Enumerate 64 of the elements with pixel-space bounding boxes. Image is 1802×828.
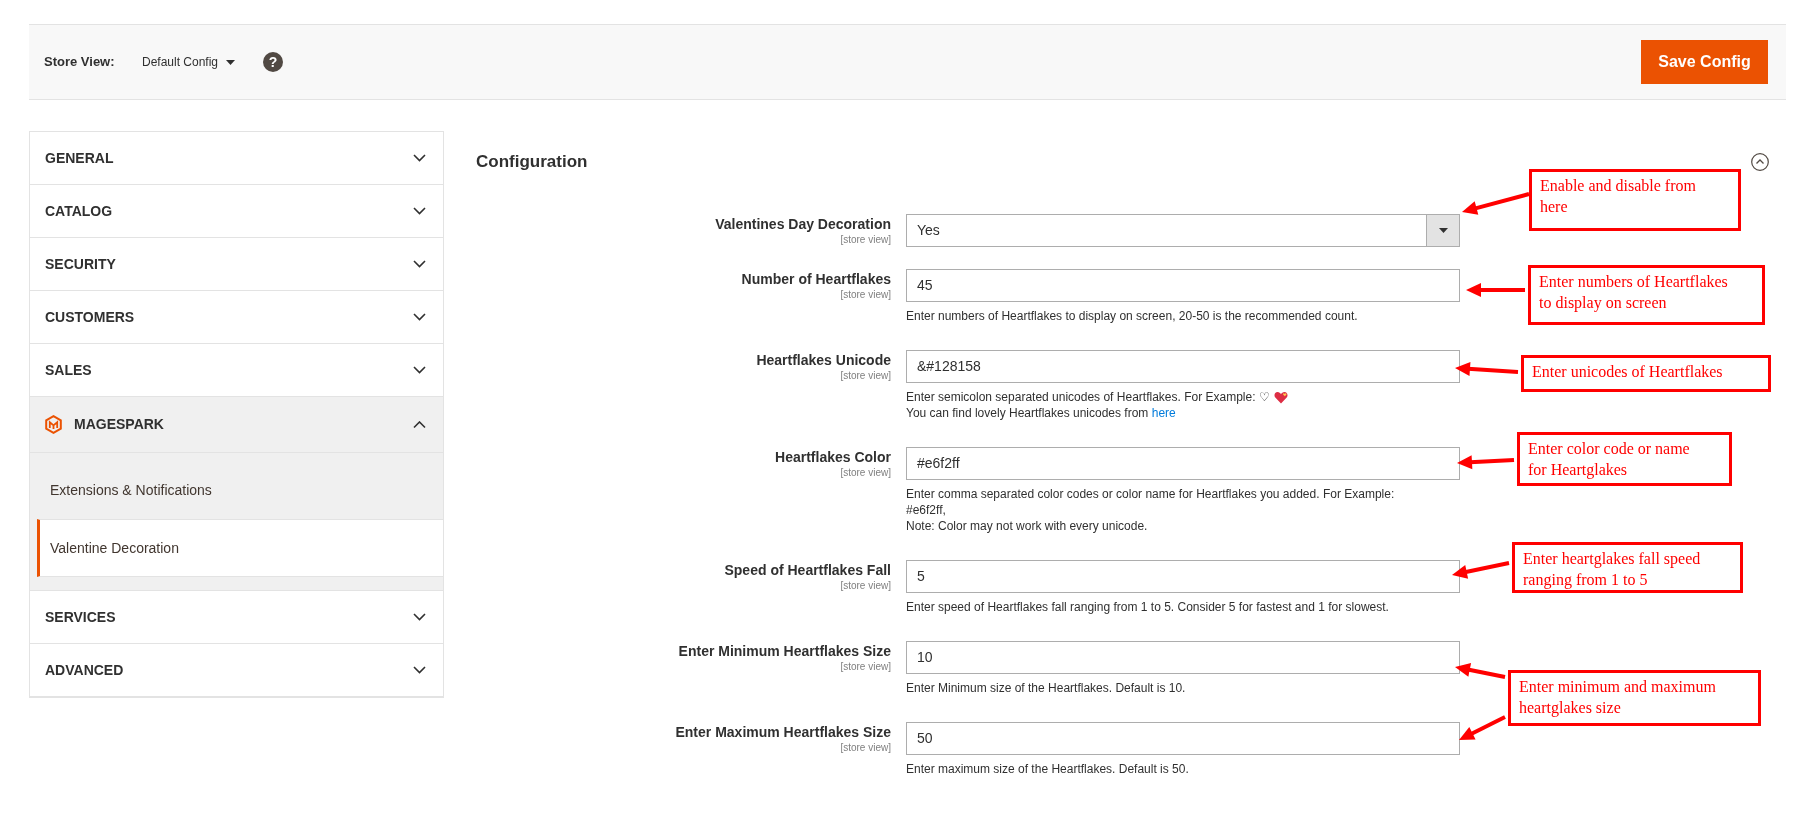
chevron-down-icon — [413, 260, 426, 268]
collapse-icon[interactable] — [1751, 153, 1769, 171]
help-text: Enter semicolon separated unicodes of Heartflakes. For Example: ♡ — [906, 389, 1270, 405]
chevron-down-icon — [413, 154, 426, 162]
arrow — [1455, 663, 1506, 679]
chevron-down-icon — [413, 366, 426, 374]
scope-label: [store view] — [840, 289, 891, 301]
annotation-callout: Enter numbers of Heartflakes to display on screen — [1528, 265, 1765, 325]
caret-icon — [226, 59, 236, 65]
chevron-down-icon — [413, 613, 426, 621]
help-text: Enter numbers of Heartflakes to display on screen, 20-50 is the recommended count. — [906, 308, 1359, 324]
help-text: Enter Minimum size of the Heartflakes. Default is 10. — [906, 680, 1187, 696]
text-field[interactable]: #e6f2ff — [906, 447, 1460, 480]
field-label: Valentines Day Decoration — [715, 215, 891, 234]
scope-label: [store view] — [840, 467, 891, 479]
save-config-button[interactable]: Save Config — [1641, 40, 1768, 84]
select-field[interactable]: Yes — [906, 214, 1460, 247]
sidebar-item[interactable]: Valentine Decoration — [37, 519, 443, 577]
scope-label: [store view] — [840, 661, 891, 673]
field-label: Heartflakes Unicode — [756, 351, 891, 370]
annotation-callout: Enter color code or name for Heartglakes — [1517, 432, 1732, 486]
chevron-down-icon — [413, 666, 426, 674]
arrow — [1459, 715, 1506, 740]
help-text: Enter maximum size of the Heartflakes. Default is 50. — [906, 761, 1190, 777]
text-field[interactable]: 10 — [906, 641, 1460, 674]
arrow — [1452, 561, 1510, 579]
annotation-callout: Enter heartglakes fall speed ranging from 1 to 5 — [1512, 542, 1743, 593]
help-text: Enter comma separated color codes or color name for Heartflakes you added. For Example: #e6f2ff, — [906, 486, 1396, 518]
store-view-dropdown[interactable]: Default Config — [142, 53, 236, 71]
help-icon[interactable]: ? — [263, 52, 284, 72]
store-view-label: Store View: — [44, 53, 116, 72]
help-text: Enter speed of Heartflakes fall ranging from 1 to 5. Consider 5 for fastest and 1 for slowest. — [906, 599, 1390, 615]
annotation-callout: Enter unicodes of Heartflakes — [1521, 355, 1771, 392]
sidebar-item[interactable]: Extensions & Notifications — [37, 461, 443, 519]
help-text: You can find lovely Heartflakes unicodes from here — [906, 405, 1177, 421]
annotation-callout: Enter minimum and maximum heartglakes size — [1508, 670, 1761, 726]
field-label: Speed of Heartflakes Fall — [724, 561, 891, 580]
hexagon-logo-icon — [45, 415, 62, 434]
text-field[interactable]: &#128158 — [906, 350, 1460, 383]
scope-label: [store view] — [840, 370, 891, 382]
arrow — [1462, 192, 1530, 215]
help-text: Note: Color may not work with every unicode. — [906, 518, 1149, 534]
scope-label: [store view] — [840, 580, 891, 592]
hearts-icon — [1273, 390, 1288, 404]
unicode-link[interactable]: here — [1151, 406, 1176, 420]
chevron-down-icon — [413, 313, 426, 321]
chevron-down-icon — [413, 207, 426, 215]
text-field[interactable]: 5 — [906, 560, 1460, 593]
chevron-up-icon — [413, 420, 426, 429]
scope-label: [store view] — [840, 742, 891, 754]
annotation-callout: Enable and disable from here — [1529, 169, 1741, 231]
arrow — [1466, 283, 1525, 297]
field-label: Number of Heartflakes — [741, 270, 891, 289]
caret-icon — [1438, 228, 1448, 233]
field-label: Heartflakes Color — [775, 448, 891, 467]
text-field[interactable]: 45 — [906, 269, 1460, 302]
field-label: Enter Maximum Heartflakes Size — [675, 723, 891, 742]
text-field[interactable]: 50 — [906, 722, 1460, 755]
sidebar-section[interactable]: MAGESPARK — [30, 397, 443, 453]
section-title: Configuration — [476, 151, 588, 173]
arrow — [1455, 361, 1519, 376]
scope-label: [store view] — [840, 234, 891, 246]
arrow — [1457, 455, 1515, 470]
field-label: Enter Minimum Heartflakes Size — [678, 642, 891, 661]
